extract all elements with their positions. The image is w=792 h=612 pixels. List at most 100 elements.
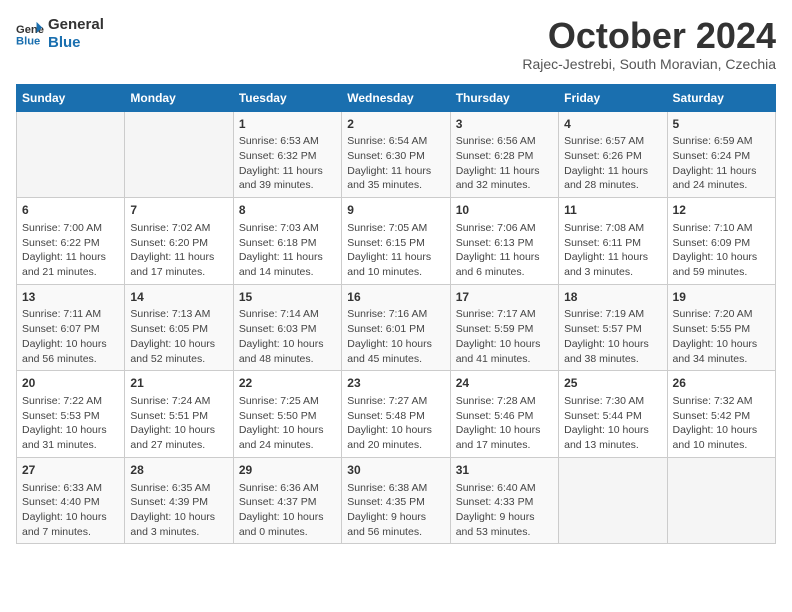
calendar-cell: 24Sunrise: 7:28 AMSunset: 5:46 PMDayligh… bbox=[450, 371, 558, 458]
day-info: Sunrise: 7:28 AMSunset: 5:46 PMDaylight:… bbox=[456, 394, 553, 453]
day-number: 9 bbox=[347, 202, 444, 219]
calendar-cell: 19Sunrise: 7:20 AMSunset: 5:55 PMDayligh… bbox=[667, 284, 775, 371]
day-header-thursday: Thursday bbox=[450, 84, 558, 111]
calendar-table: SundayMondayTuesdayWednesdayThursdayFrid… bbox=[16, 84, 776, 545]
calendar-cell: 2Sunrise: 6:54 AMSunset: 6:30 PMDaylight… bbox=[342, 111, 450, 198]
day-info: Sunrise: 7:10 AMSunset: 6:09 PMDaylight:… bbox=[673, 221, 770, 280]
day-number: 10 bbox=[456, 202, 553, 219]
calendar-cell: 12 Sunrise: 7:10 AMSunset: 6:09 PMDayligh… bbox=[667, 198, 775, 285]
calendar-cell bbox=[17, 111, 125, 198]
day-info: Sunrise: 7:25 AMSunset: 5:50 PMDaylight:… bbox=[239, 394, 336, 453]
week-row-3: 13Sunrise: 7:11 AMSunset: 6:07 PMDayligh… bbox=[17, 284, 776, 371]
calendar-cell: 31 Sunrise: 6:40 AMSunset: 4:33 PMDayligh… bbox=[450, 457, 558, 544]
day-info: Sunrise: 7:00 AMSunset: 6:22 PMDaylight:… bbox=[22, 221, 119, 280]
day-number: 19 bbox=[673, 289, 770, 306]
day-header-sunday: Sunday bbox=[17, 84, 125, 111]
day-info: Sunrise: 6:59 AMSunset: 6:24 PMDaylight:… bbox=[673, 134, 770, 193]
day-info: Sunrise: 6:56 AMSunset: 6:28 PMDaylight:… bbox=[456, 134, 553, 193]
day-number: 11 bbox=[564, 202, 661, 219]
day-info: Sunrise: 6:35 AMSunset: 4:39 PMDaylight:… bbox=[130, 481, 227, 540]
day-number: 25 bbox=[564, 375, 661, 392]
day-number: 22 bbox=[239, 375, 336, 392]
calendar-cell: 7 Sunrise: 7:02 AMSunset: 6:20 PMDaylight… bbox=[125, 198, 233, 285]
calendar-cell bbox=[125, 111, 233, 198]
svg-text:Blue: Blue bbox=[16, 35, 40, 47]
title-block: October 2024 Rajec-Jestrebi, South Morav… bbox=[522, 16, 776, 72]
logo: General Blue General Blue bbox=[16, 16, 104, 52]
day-info: Sunrise: 7:24 AMSunset: 5:51 PMDaylight:… bbox=[130, 394, 227, 453]
day-number: 1 bbox=[239, 116, 336, 133]
calendar-cell: 21 Sunrise: 7:24 AMSunset: 5:51 PMDayligh… bbox=[125, 371, 233, 458]
day-info: Sunrise: 6:54 AMSunset: 6:30 PMDaylight:… bbox=[347, 134, 444, 193]
day-number: 15 bbox=[239, 289, 336, 306]
day-info: Sunrise: 7:16 AMSunset: 6:01 PMDaylight:… bbox=[347, 307, 444, 366]
calendar-cell: 28 Sunrise: 6:35 AMSunset: 4:39 PMDayligh… bbox=[125, 457, 233, 544]
location-subtitle: Rajec-Jestrebi, South Moravian, Czechia bbox=[522, 56, 776, 72]
calendar-cell: 1Sunrise: 6:53 AMSunset: 6:32 PMDaylight… bbox=[233, 111, 341, 198]
day-number: 18 bbox=[564, 289, 661, 306]
day-info: Sunrise: 7:19 AMSunset: 5:57 PMDaylight:… bbox=[564, 307, 661, 366]
calendar-cell: 10 Sunrise: 7:06 AMSunset: 6:13 PMDayligh… bbox=[450, 198, 558, 285]
day-number: 12 bbox=[673, 202, 770, 219]
day-header-wednesday: Wednesday bbox=[342, 84, 450, 111]
month-title: October 2024 bbox=[522, 16, 776, 56]
calendar-cell: 22 Sunrise: 7:25 AMSunset: 5:50 PMDayligh… bbox=[233, 371, 341, 458]
calendar-cell: 14Sunrise: 7:13 AMSunset: 6:05 PMDayligh… bbox=[125, 284, 233, 371]
day-info: Sunrise: 7:32 AMSunset: 5:42 PMDaylight:… bbox=[673, 394, 770, 453]
calendar-cell: 9 Sunrise: 7:05 AMSunset: 6:15 PMDaylight… bbox=[342, 198, 450, 285]
day-info: Sunrise: 7:30 AMSunset: 5:44 PMDaylight:… bbox=[564, 394, 661, 453]
calendar-cell: 11 Sunrise: 7:08 AMSunset: 6:11 PMDayligh… bbox=[559, 198, 667, 285]
day-number: 21 bbox=[130, 375, 227, 392]
calendar-cell: 29Sunrise: 6:36 AMSunset: 4:37 PMDayligh… bbox=[233, 457, 341, 544]
day-number: 23 bbox=[347, 375, 444, 392]
day-number: 16 bbox=[347, 289, 444, 306]
day-number: 8 bbox=[239, 202, 336, 219]
calendar-cell bbox=[667, 457, 775, 544]
day-number: 29 bbox=[239, 462, 336, 479]
day-info: Sunrise: 7:02 AMSunset: 6:20 PMDaylight:… bbox=[130, 221, 227, 280]
day-info: Sunrise: 7:11 AMSunset: 6:07 PMDaylight:… bbox=[22, 307, 119, 366]
calendar-cell: 6Sunrise: 7:00 AMSunset: 6:22 PMDaylight… bbox=[17, 198, 125, 285]
calendar-cell: 27 Sunrise: 6:33 AMSunset: 4:40 PMDayligh… bbox=[17, 457, 125, 544]
day-info: Sunrise: 7:08 AMSunset: 6:11 PMDaylight:… bbox=[564, 221, 661, 280]
calendar-cell: 4Sunrise: 6:57 AMSunset: 6:26 PMDaylight… bbox=[559, 111, 667, 198]
day-info: Sunrise: 6:53 AMSunset: 6:32 PMDaylight:… bbox=[239, 134, 336, 193]
day-number: 30 bbox=[347, 462, 444, 479]
calendar-cell: 8 Sunrise: 7:03 AMSunset: 6:18 PMDaylight… bbox=[233, 198, 341, 285]
day-number: 26 bbox=[673, 375, 770, 392]
day-info: Sunrise: 6:33 AMSunset: 4:40 PMDaylight:… bbox=[22, 481, 119, 540]
header-row: SundayMondayTuesdayWednesdayThursdayFrid… bbox=[17, 84, 776, 111]
day-info: Sunrise: 6:40 AMSunset: 4:33 PMDaylight:… bbox=[456, 481, 553, 540]
calendar-cell: 13Sunrise: 7:11 AMSunset: 6:07 PMDayligh… bbox=[17, 284, 125, 371]
day-info: Sunrise: 7:22 AMSunset: 5:53 PMDaylight:… bbox=[22, 394, 119, 453]
day-number: 31 bbox=[456, 462, 553, 479]
week-row-4: 20Sunrise: 7:22 AMSunset: 5:53 PMDayligh… bbox=[17, 371, 776, 458]
day-header-saturday: Saturday bbox=[667, 84, 775, 111]
day-header-friday: Friday bbox=[559, 84, 667, 111]
day-number: 5 bbox=[673, 116, 770, 133]
day-info: Sunrise: 7:05 AMSunset: 6:15 PMDaylight:… bbox=[347, 221, 444, 280]
day-info: Sunrise: 7:17 AMSunset: 5:59 PMDaylight:… bbox=[456, 307, 553, 366]
day-info: Sunrise: 7:03 AMSunset: 6:18 PMDaylight:… bbox=[239, 221, 336, 280]
calendar-cell bbox=[559, 457, 667, 544]
day-number: 28 bbox=[130, 462, 227, 479]
day-info: Sunrise: 6:38 AMSunset: 4:35 PMDaylight:… bbox=[347, 481, 444, 540]
week-row-5: 27 Sunrise: 6:33 AMSunset: 4:40 PMDayligh… bbox=[17, 457, 776, 544]
day-info: Sunrise: 7:13 AMSunset: 6:05 PMDaylight:… bbox=[130, 307, 227, 366]
week-row-2: 6Sunrise: 7:00 AMSunset: 6:22 PMDaylight… bbox=[17, 198, 776, 285]
day-info: Sunrise: 6:57 AMSunset: 6:26 PMDaylight:… bbox=[564, 134, 661, 193]
day-number: 13 bbox=[22, 289, 119, 306]
calendar-cell: 17Sunrise: 7:17 AMSunset: 5:59 PMDayligh… bbox=[450, 284, 558, 371]
day-number: 27 bbox=[22, 462, 119, 479]
day-number: 7 bbox=[130, 202, 227, 219]
calendar-cell: 5Sunrise: 6:59 AMSunset: 6:24 PMDaylight… bbox=[667, 111, 775, 198]
page-header: General Blue General Blue October 2024 R… bbox=[16, 16, 776, 72]
week-row-1: 1Sunrise: 6:53 AMSunset: 6:32 PMDaylight… bbox=[17, 111, 776, 198]
calendar-cell: 15Sunrise: 7:14 AMSunset: 6:03 PMDayligh… bbox=[233, 284, 341, 371]
calendar-cell: 3Sunrise: 6:56 AMSunset: 6:28 PMDaylight… bbox=[450, 111, 558, 198]
day-info: Sunrise: 7:14 AMSunset: 6:03 PMDaylight:… bbox=[239, 307, 336, 366]
calendar-cell: 16Sunrise: 7:16 AMSunset: 6:01 PMDayligh… bbox=[342, 284, 450, 371]
day-info: Sunrise: 7:06 AMSunset: 6:13 PMDaylight:… bbox=[456, 221, 553, 280]
day-number: 4 bbox=[564, 116, 661, 133]
day-number: 2 bbox=[347, 116, 444, 133]
